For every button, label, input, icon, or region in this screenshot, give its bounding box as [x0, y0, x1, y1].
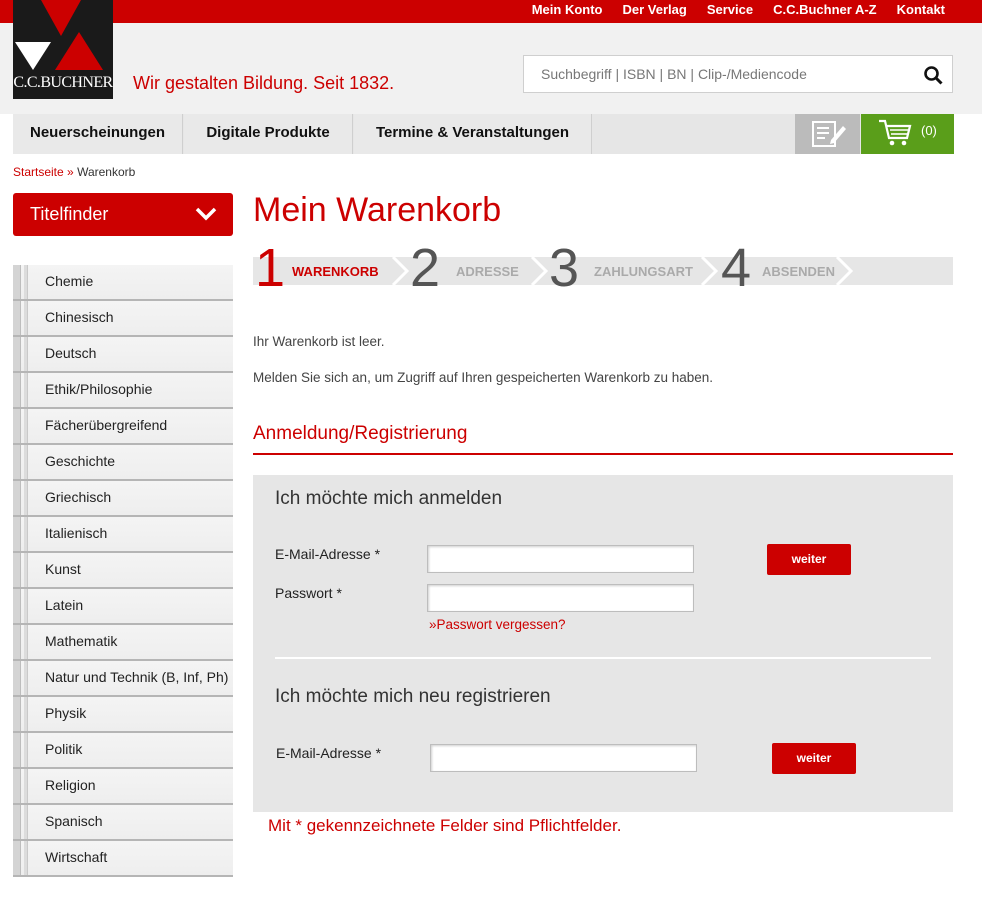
slogan: Wir gestalten Bildung. Seit 1832.: [133, 73, 395, 93]
step-absenden[interactable]: 4 ABSENDEN: [721, 241, 851, 295]
logo-text: C.C.BUCHNER: [13, 74, 113, 91]
step-number: 4: [721, 238, 752, 298]
subject-label: Spanisch: [45, 813, 103, 829]
subject-label: Chinesisch: [45, 309, 114, 325]
register-heading: Ich möchte mich neu registrieren: [275, 686, 551, 707]
subject-item[interactable]: Chemie: [13, 265, 233, 301]
forgot-password-link[interactable]: »Passwort vergessen?: [429, 617, 566, 632]
subject-item[interactable]: Spanisch: [13, 805, 233, 841]
login-password-label: Passwort *: [275, 585, 342, 601]
subject-label: Religion: [45, 777, 96, 793]
top-nav-service[interactable]: Service: [687, 0, 753, 23]
main-nav-digitale-produkte[interactable]: Digitale Produkte: [184, 114, 353, 154]
panel-divider: [275, 657, 931, 659]
step-zahlungsart[interactable]: 3 ZAHLUNGSART: [549, 241, 709, 295]
login-submit-button[interactable]: weiter: [767, 544, 851, 575]
breadcrumb-current: Warenkorb: [77, 165, 136, 179]
subject-item[interactable]: Mathematik: [13, 625, 233, 661]
login-heading: Ich möchte mich anmelden: [275, 488, 503, 509]
subject-item[interactable]: Physik: [13, 697, 233, 733]
chevron-down-icon: [195, 207, 217, 221]
subject-item[interactable]: Chinesisch: [13, 301, 233, 337]
subject-label: Politik: [45, 741, 83, 757]
top-nav-a-z[interactable]: C.C.Buchner A-Z: [753, 0, 877, 23]
subject-label: Geschichte: [45, 453, 116, 469]
search-icon[interactable]: [923, 65, 943, 85]
subject-label: Ethik/Philosophie: [45, 381, 153, 397]
cart-button[interactable]: (0): [861, 114, 954, 154]
subject-label: Kunst: [45, 561, 81, 577]
breadcrumb-separator: »: [67, 165, 74, 179]
step-label: WARENKORB: [292, 264, 379, 279]
top-nav-mein-konto[interactable]: Mein Konto: [512, 0, 603, 23]
subject-label: Physik: [45, 705, 87, 721]
top-nav-kontakt[interactable]: Kontakt: [877, 0, 945, 23]
subject-item[interactable]: Religion: [13, 769, 233, 805]
logo[interactable]: C.C.BUCHNER: [13, 0, 113, 99]
login-password-input[interactable]: [427, 584, 694, 612]
subject-label: Griechisch: [45, 489, 112, 505]
subject-item[interactable]: Deutsch: [13, 337, 233, 373]
login-email-label: E-Mail-Adresse *: [275, 546, 381, 562]
titelfinder-button[interactable]: Titelfinder: [13, 193, 233, 236]
register-email-input[interactable]: [430, 744, 697, 772]
breadcrumb: Startseite » Warenkorb: [13, 165, 135, 179]
checkout-steps: 1 WARENKORB 2 ADRESSE 3 ZAHLUNGSART 4 AB…: [253, 241, 953, 295]
subject-item[interactable]: Politik: [13, 733, 233, 769]
subject-item[interactable]: Ethik/Philosophie: [13, 373, 233, 409]
step-number: 1: [255, 238, 286, 298]
subject-item[interactable]: Griechisch: [13, 481, 233, 517]
subject-label: Wirtschaft: [45, 849, 108, 865]
required-fields-note: Mit * gekennzeichnete Felder sind Pflich…: [268, 816, 622, 835]
cart-empty-message: Ihr Warenkorb ist leer.: [253, 334, 385, 349]
subject-item[interactable]: Wirtschaft: [13, 841, 233, 877]
subject-label: Mathematik: [45, 633, 118, 649]
top-nav: Mein Konto Der Verlag Service C.C.Buchne…: [512, 0, 945, 23]
subject-item[interactable]: Natur und Technik (B, Inf, Ph): [13, 661, 233, 697]
step-label: ABSENDEN: [762, 264, 835, 279]
subject-label: Fächerübergreifend: [45, 417, 168, 433]
cart-icon: [879, 119, 912, 146]
section-divider: [253, 453, 953, 455]
step-number: 3: [549, 238, 580, 298]
page-title: Mein Warenkorb: [253, 191, 502, 229]
subject-label: Latein: [45, 597, 84, 613]
top-nav-der-verlag[interactable]: Der Verlag: [602, 0, 686, 23]
search-input[interactable]: [524, 56, 914, 92]
subject-item[interactable]: Geschichte: [13, 445, 233, 481]
search-box: [523, 55, 953, 93]
subject-item[interactable]: Italienisch: [13, 517, 233, 553]
titelfinder-label: Titelfinder: [30, 204, 109, 224]
subject-label: Deutsch: [45, 345, 97, 361]
logo-triangles-icon: [15, 0, 113, 70]
login-hint-message: Melden Sie sich an, um Zugriff auf Ihren…: [253, 370, 714, 385]
main-nav-neuerscheinungen[interactable]: Neuerscheinungen: [13, 114, 183, 154]
login-email-input[interactable]: [427, 545, 694, 573]
breadcrumb-home[interactable]: Startseite: [13, 165, 64, 179]
main-nav-termine[interactable]: Termine & Veranstaltungen: [354, 114, 592, 154]
subject-list: Chemie Chinesisch Deutsch Ethik/Philosop…: [13, 265, 233, 877]
subject-label: Chemie: [45, 273, 94, 289]
subject-label: Italienisch: [45, 525, 108, 541]
step-warenkorb[interactable]: 1 WARENKORB: [255, 241, 405, 295]
register-email-label: E-Mail-Adresse *: [276, 745, 382, 761]
subject-item[interactable]: Kunst: [13, 553, 233, 589]
subject-item[interactable]: Latein: [13, 589, 233, 625]
step-adresse[interactable]: 2 ADRESSE: [410, 241, 540, 295]
subject-label: Natur und Technik (B, Inf, Ph): [45, 669, 229, 685]
subject-item[interactable]: Fächerübergreifend: [13, 409, 233, 445]
step-label: ADRESSE: [456, 264, 519, 279]
section-title: Anmeldung/Registrierung: [253, 423, 468, 444]
notepad-icon: [812, 121, 846, 147]
register-submit-button[interactable]: weiter: [772, 743, 856, 774]
login-register-panel: Ich möchte mich anmelden E-Mail-Adresse …: [253, 475, 953, 812]
step-number: 2: [410, 238, 441, 298]
notepad-button[interactable]: [795, 114, 860, 154]
cart-count: (0): [921, 123, 937, 138]
step-label: ZAHLUNGSART: [594, 264, 693, 279]
